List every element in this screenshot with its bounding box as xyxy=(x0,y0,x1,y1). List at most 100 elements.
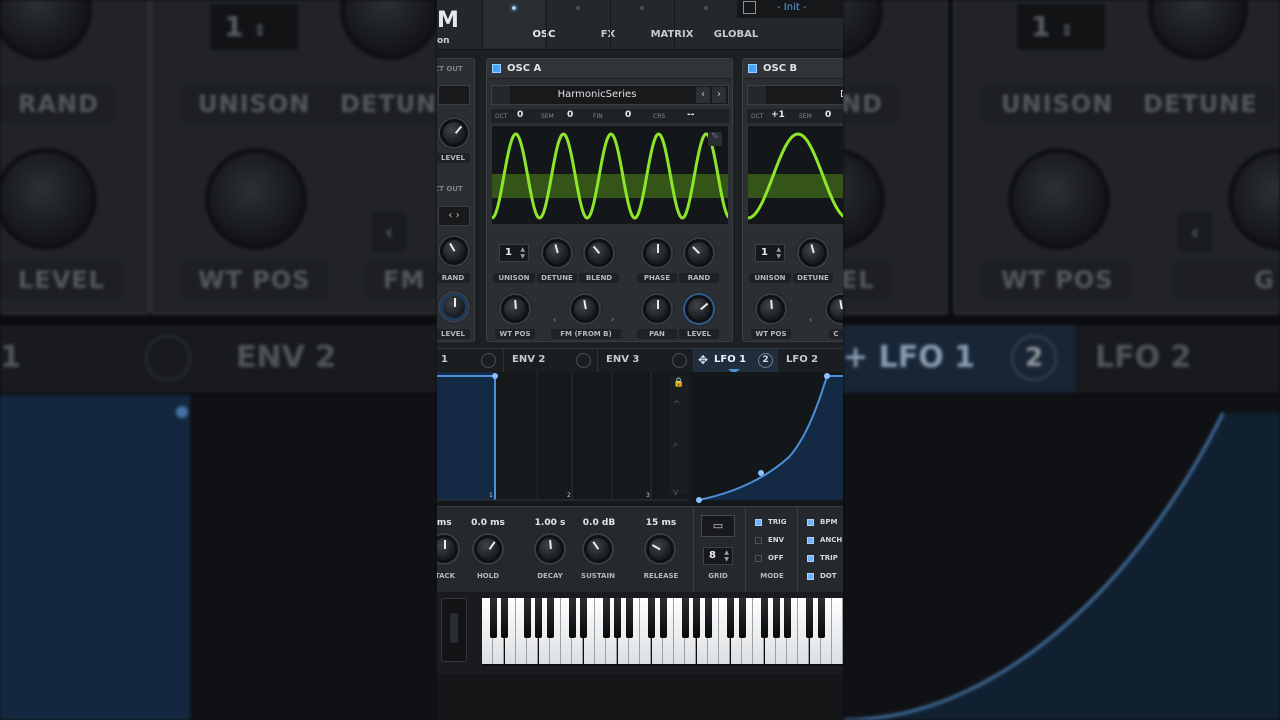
black-key[interactable] xyxy=(580,598,588,638)
envelope-node[interactable] xyxy=(492,373,498,379)
fm-prev-arrow-icon[interactable]: ‹ xyxy=(553,315,556,324)
tab-env2[interactable]: ENV 2 xyxy=(503,349,597,373)
pitch-wheel[interactable] xyxy=(441,598,467,662)
tab-matrix[interactable]: MATRIX xyxy=(610,0,693,48)
osc-b-detune-knob[interactable] xyxy=(799,239,827,267)
release-knob[interactable] xyxy=(646,535,674,563)
black-key[interactable] xyxy=(603,598,610,638)
tab-lfo1[interactable]: ✥ LFO 1 2 xyxy=(693,349,777,374)
lfo-node[interactable] xyxy=(824,373,830,379)
detune-knob[interactable] xyxy=(543,239,571,267)
black-key[interactable] xyxy=(569,598,577,638)
zoom-icon[interactable]: ⌕ xyxy=(673,440,678,450)
black-key[interactable] xyxy=(817,598,825,638)
blend-knob[interactable] xyxy=(585,239,613,267)
black-key[interactable] xyxy=(772,598,780,638)
hold-knob[interactable] xyxy=(474,535,502,563)
black-key[interactable] xyxy=(727,598,735,638)
level-knob[interactable] xyxy=(440,293,468,321)
osc-b-waveform-display[interactable] xyxy=(747,125,843,225)
preset-bar[interactable]: - Init - xyxy=(737,0,843,18)
chevron-down-icon[interactable]: v xyxy=(673,488,678,498)
lfo-node[interactable] xyxy=(758,470,764,476)
tab-env1[interactable]: 1 xyxy=(437,349,503,373)
tab-lfo2[interactable]: LFO 2 xyxy=(777,349,843,373)
osc-b-enable-toggle[interactable] xyxy=(748,64,757,73)
attack-knob[interactable] xyxy=(437,535,458,563)
black-key[interactable] xyxy=(704,598,712,638)
oct-value[interactable]: 0 xyxy=(517,110,523,120)
oct-value[interactable]: +1 xyxy=(771,110,785,120)
piano-keyboard[interactable] xyxy=(482,598,843,666)
wavetable-selector[interactable]: HarmonicSeries ‹ › xyxy=(491,85,729,105)
fm-prev-arrow-icon[interactable]: ‹ xyxy=(809,315,812,324)
env-label: ENV xyxy=(768,536,785,544)
black-key[interactable] xyxy=(535,598,543,638)
sem-value[interactable]: 0 xyxy=(567,110,573,120)
env-checkbox[interactable] xyxy=(755,537,762,544)
drag-move-icon[interactable]: ✥ xyxy=(698,353,708,367)
grid-stepper[interactable]: 8 ▲ ▼ xyxy=(703,547,733,565)
trig-checkbox[interactable] xyxy=(755,519,762,526)
bg-knob xyxy=(1008,148,1110,250)
chevron-up-icon[interactable]: ^ xyxy=(673,400,681,410)
bpm-checkbox[interactable] xyxy=(807,519,814,526)
black-key[interactable] xyxy=(625,598,633,638)
black-key[interactable] xyxy=(614,598,622,638)
black-key[interactable] xyxy=(546,598,554,638)
black-key[interactable] xyxy=(659,598,667,638)
edit-pencil-icon[interactable]: ✎ xyxy=(708,132,722,146)
fm-knob[interactable] xyxy=(571,295,599,323)
crs-value[interactable]: -- xyxy=(687,110,694,120)
black-key[interactable] xyxy=(490,598,497,638)
save-icon[interactable] xyxy=(743,1,756,14)
osc-b-wt-pos-knob[interactable] xyxy=(757,295,785,323)
wavetable-next-button[interactable]: › xyxy=(712,87,726,103)
dot-checkbox[interactable] xyxy=(807,573,814,580)
black-key[interactable] xyxy=(693,598,701,638)
level-knob[interactable] xyxy=(440,119,468,147)
wavetable-prev-button[interactable]: ‹ xyxy=(696,87,710,103)
osc-a-waveform-display[interactable]: ✎ xyxy=(491,125,729,225)
black-key[interactable] xyxy=(806,598,814,638)
phase-knob[interactable] xyxy=(643,239,671,267)
black-key[interactable] xyxy=(501,598,509,638)
fm-next-arrow-icon[interactable]: › xyxy=(611,315,614,324)
lock-icon[interactable]: 🔒 xyxy=(673,378,684,388)
level-knob[interactable] xyxy=(685,295,713,323)
rand-knob[interactable] xyxy=(440,237,468,265)
osc-b-wavetable-selector[interactable]: D xyxy=(747,85,843,105)
left-strip-arrows[interactable]: ‹ › xyxy=(438,206,470,226)
sem-value[interactable]: 0 xyxy=(825,110,831,120)
wavetable-menu-button[interactable] xyxy=(748,86,766,104)
white-key[interactable] xyxy=(832,598,843,664)
tab-fx[interactable]: FX xyxy=(546,0,615,48)
tab-osc[interactable]: OSC xyxy=(482,0,556,48)
fin-value[interactable]: 0 xyxy=(625,110,631,120)
tab-env3[interactable]: ENV 3 xyxy=(597,349,693,373)
decay-knob[interactable] xyxy=(536,535,564,563)
sustain-knob[interactable] xyxy=(584,535,612,563)
rand-knob[interactable] xyxy=(685,239,713,267)
tab-global[interactable]: GLOBAL xyxy=(674,0,758,48)
pan-knob[interactable] xyxy=(643,295,671,323)
lfo-node[interactable] xyxy=(696,497,702,503)
trip-checkbox[interactable] xyxy=(807,555,814,562)
black-key[interactable] xyxy=(783,598,791,638)
black-key[interactable] xyxy=(648,598,656,638)
black-key[interactable] xyxy=(738,598,746,638)
osc-b-unison-stepper[interactable]: 1 ▲ ▼ xyxy=(755,244,785,262)
wt-pos-knob[interactable] xyxy=(501,295,529,323)
knob-indicator xyxy=(839,299,843,310)
black-key[interactable] xyxy=(682,598,690,638)
folder-icon[interactable]: ▭ xyxy=(701,515,735,537)
env-lfo-graph-area[interactable]: 1 2 3 🔒 ^ ⌕ v xyxy=(437,372,843,506)
preset-name[interactable]: - Init - xyxy=(777,2,807,13)
off-checkbox[interactable] xyxy=(755,555,762,562)
osc-a-enable-toggle[interactable] xyxy=(492,64,501,73)
black-key[interactable] xyxy=(761,598,769,638)
unison-stepper[interactable]: 1 ▲ ▼ xyxy=(499,244,529,262)
black-key[interactable] xyxy=(523,598,531,638)
osc-b-fm-knob[interactable] xyxy=(827,295,843,323)
anch-checkbox[interactable] xyxy=(807,537,814,544)
